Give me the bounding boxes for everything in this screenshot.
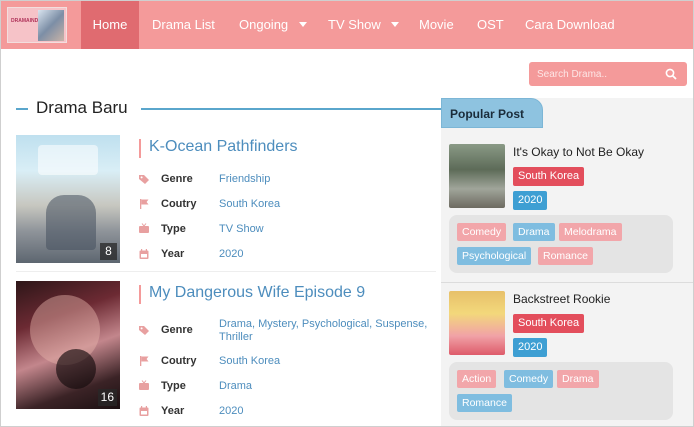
genre-link[interactable]: Drama, Mystery, Psychological, Suspense,… [219, 318, 439, 344]
tag-icon [139, 326, 149, 335]
country-badge[interactable]: South Korea [513, 314, 585, 333]
drama-poster[interactable]: 8 [16, 135, 120, 263]
poster-art [38, 145, 98, 175]
year-badge[interactable]: 2020 [513, 338, 548, 357]
popular-post-thumbnail[interactable] [449, 291, 505, 355]
section-divider-left [16, 108, 28, 110]
episode-badge: 8 [100, 243, 117, 260]
flag-icon [140, 356, 149, 366]
genre-link[interactable]: Friendship [219, 173, 270, 185]
popular-post-header: Popular Post [441, 98, 543, 128]
nav-item-tv-show[interactable]: TV Show [328, 1, 381, 49]
country-label: Coutry [161, 355, 197, 367]
tv-icon [139, 223, 149, 233]
popular-post-title-link[interactable]: It's Okay to Not Be Okay [513, 145, 644, 159]
type-link[interactable]: TV Show [219, 223, 264, 235]
site-logo[interactable]: DRAMAINDO [7, 7, 67, 43]
genre-tag[interactable]: Psychological [457, 247, 532, 265]
chevron-down-icon [391, 22, 399, 27]
type-link[interactable]: Drama [219, 380, 252, 392]
type-label: Type [161, 223, 186, 235]
calendar-icon [139, 249, 149, 259]
popular-post-title-link[interactable]: Backstreet Rookie [513, 292, 610, 306]
genre-tag[interactable]: Romance [538, 247, 593, 265]
country-link[interactable]: South Korea [219, 355, 280, 367]
episode-badge: 16 [97, 389, 117, 406]
nav-item-ongoing[interactable]: Ongoing [239, 1, 288, 49]
drama-title-link[interactable]: K-Ocean Pathfinders [149, 138, 298, 156]
genre-tag[interactable]: Comedy [504, 370, 554, 388]
card-divider [16, 271, 436, 272]
nav-item-cara-download[interactable]: Cara Download [525, 1, 615, 49]
year-badge[interactable]: 2020 [513, 191, 548, 210]
genre-label: Genre [161, 173, 193, 185]
nav-item-drama-list[interactable]: Drama List [152, 1, 215, 49]
year-link[interactable]: 2020 [219, 405, 243, 417]
country-link[interactable]: South Korea [219, 198, 280, 210]
title-accent-bar [139, 139, 141, 158]
genre-tag-box: Action Comedy Drama Romance [449, 362, 673, 420]
genre-tag[interactable]: Drama [557, 370, 599, 388]
page: DRAMAINDO Home Drama List Ongoing TV Sho… [0, 0, 694, 427]
year-link[interactable]: 2020 [219, 248, 243, 260]
popular-post-thumbnail[interactable] [449, 144, 505, 208]
logo-image [38, 10, 64, 41]
genre-label: Genre [161, 324, 193, 336]
genre-tag[interactable]: Drama [513, 223, 555, 241]
search-input[interactable] [529, 62, 659, 86]
genre-tag[interactable]: Action [457, 370, 497, 388]
genre-tag[interactable]: Romance [457, 394, 512, 412]
country-label: Coutry [161, 198, 197, 210]
year-label: Year [161, 248, 185, 260]
type-label: Type [161, 380, 186, 392]
search-box [529, 62, 687, 86]
section-divider-right [141, 108, 441, 110]
search-icon[interactable] [665, 68, 677, 80]
title-accent-bar [139, 285, 141, 304]
genre-tag[interactable]: Melodrama [559, 223, 622, 241]
top-nav: DRAMAINDO Home Drama List Ongoing TV Sho… [1, 1, 693, 49]
drama-poster[interactable]: 16 [16, 281, 120, 409]
chevron-down-icon [299, 22, 307, 27]
poster-art [56, 349, 96, 389]
genre-tag[interactable]: Comedy [457, 223, 507, 241]
flag-icon [140, 199, 149, 209]
year-label: Year [161, 405, 185, 417]
poster-art [46, 195, 96, 250]
section-title: Drama Baru [36, 98, 128, 117]
tv-icon [139, 380, 149, 390]
nav-item-home[interactable]: Home [81, 1, 139, 49]
drama-title-link[interactable]: My Dangerous Wife Episode 9 [149, 284, 365, 302]
nav-item-movie[interactable]: Movie [419, 1, 454, 49]
genre-tag-box: Comedy Drama Melodrama Psychological Rom… [449, 215, 673, 273]
popular-post-title: Popular Post [450, 107, 525, 121]
country-badge[interactable]: South Korea [513, 167, 585, 186]
calendar-icon [139, 406, 149, 416]
nav-item-ost[interactable]: OST [477, 1, 504, 49]
tag-icon [139, 175, 149, 184]
popular-post-divider [441, 282, 693, 283]
